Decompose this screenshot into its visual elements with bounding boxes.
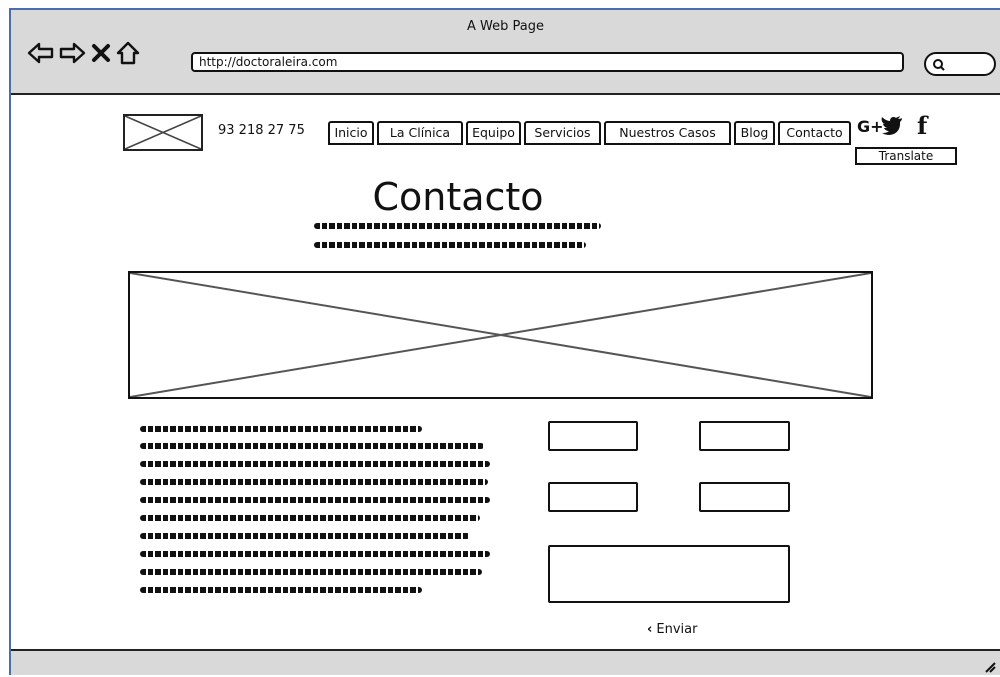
send-button[interactable]: ‹ Enviar bbox=[647, 622, 697, 637]
tab-blog[interactable]: Blog bbox=[734, 121, 775, 145]
map-placeholder bbox=[128, 271, 873, 399]
browser-chrome: A Web Page http://doctoraleira.com bbox=[11, 10, 1000, 95]
twitter-icon[interactable] bbox=[881, 115, 903, 139]
body-text-line bbox=[140, 479, 488, 485]
browser-window: A Web Page http://doctoraleira.com 93 21… bbox=[9, 8, 1000, 675]
stop-icon[interactable] bbox=[89, 40, 113, 66]
body-text-line bbox=[140, 497, 490, 503]
tab-inicio[interactable]: Inicio bbox=[328, 121, 374, 145]
body-text-line bbox=[140, 443, 484, 449]
address-bar[interactable]: http://doctoraleira.com bbox=[191, 52, 904, 72]
back-icon[interactable] bbox=[27, 40, 55, 66]
chevron-left-icon: ‹ bbox=[647, 622, 653, 637]
resize-grip-icon[interactable] bbox=[980, 657, 996, 673]
translate-button[interactable]: Translate bbox=[855, 147, 957, 165]
form-input-2[interactable] bbox=[699, 421, 790, 451]
body-text-line bbox=[140, 551, 490, 557]
window-title: A Web Page bbox=[467, 19, 544, 34]
body-text-line bbox=[140, 461, 490, 467]
form-input-3[interactable] bbox=[548, 482, 638, 512]
browser-search[interactable] bbox=[924, 52, 996, 76]
status-bar bbox=[11, 649, 1000, 675]
page-title: Contacto bbox=[372, 175, 544, 219]
phone-number: 93 218 27 75 bbox=[218, 123, 305, 138]
intro-text-line bbox=[314, 223, 601, 229]
body-text-line bbox=[140, 533, 470, 539]
body-text-line bbox=[140, 426, 422, 432]
tab-equipo[interactable]: Equipo bbox=[466, 121, 521, 145]
form-input-4[interactable] bbox=[699, 482, 790, 512]
intro-text-line bbox=[314, 242, 586, 248]
send-label: Enviar bbox=[656, 622, 698, 637]
body-text-line bbox=[140, 515, 480, 521]
tab-la-clinica[interactable]: La Clínica bbox=[377, 121, 463, 145]
google-plus-icon[interactable]: G+ bbox=[857, 117, 884, 136]
message-textarea[interactable] bbox=[548, 545, 790, 603]
body-text-line bbox=[140, 587, 422, 593]
form-input-1[interactable] bbox=[548, 421, 638, 451]
search-icon bbox=[932, 57, 946, 71]
page-viewport: 93 218 27 75 Inicio La Clínica Equipo Se… bbox=[11, 95, 1000, 649]
tab-nuestros-casos[interactable]: Nuestros Casos bbox=[604, 121, 731, 145]
tab-contacto[interactable]: Contacto bbox=[778, 121, 851, 145]
forward-icon[interactable] bbox=[58, 40, 86, 66]
body-text-line bbox=[140, 569, 482, 575]
logo-placeholder bbox=[123, 114, 203, 151]
home-icon[interactable] bbox=[115, 40, 141, 66]
facebook-icon[interactable]: f bbox=[917, 111, 927, 140]
tab-servicios[interactable]: Servicios bbox=[524, 121, 601, 145]
